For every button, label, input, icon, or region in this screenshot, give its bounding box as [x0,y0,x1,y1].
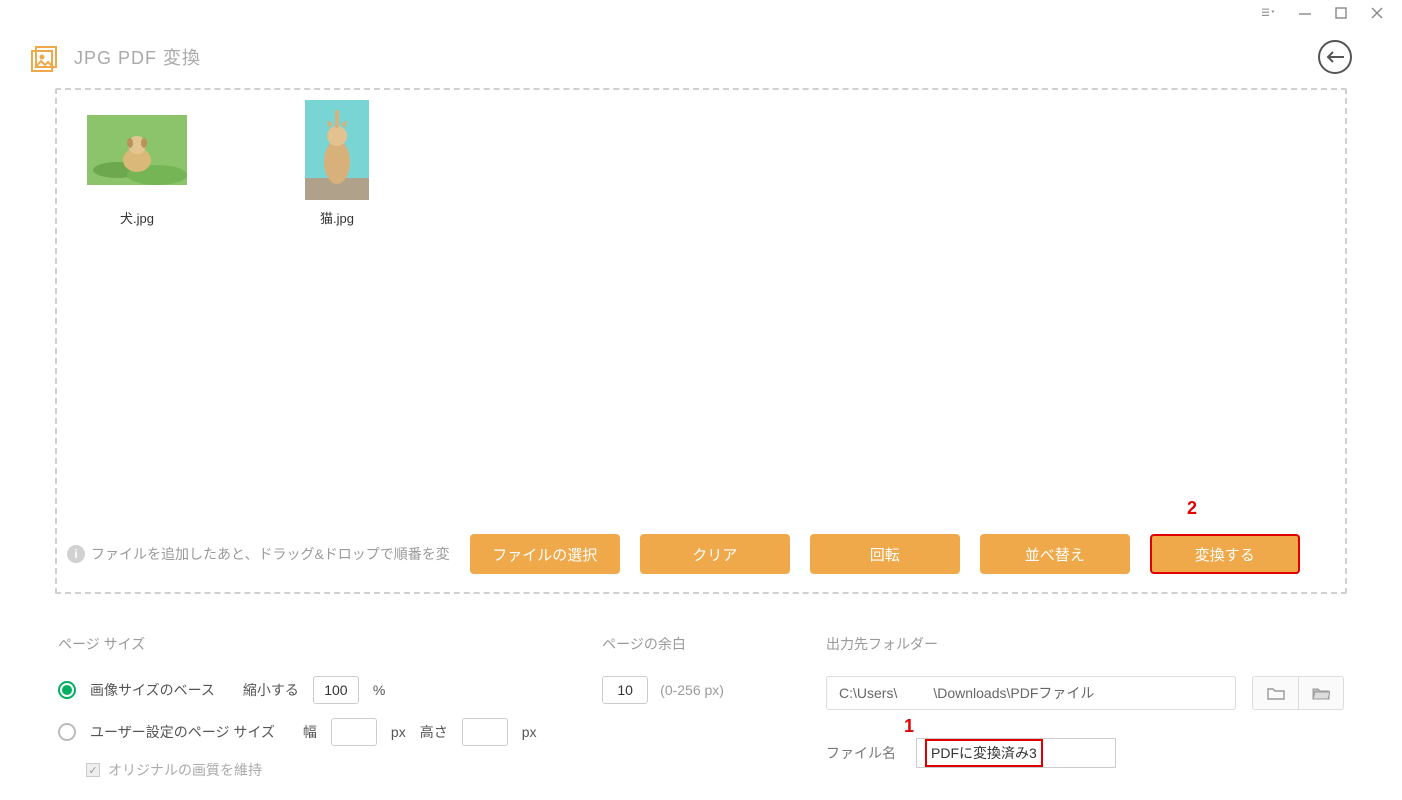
margin-title: ページの余白 [602,634,806,654]
margin-range: (0-256 px) [660,682,724,698]
rotate-button[interactable]: 回転 [810,534,960,574]
thumb-image-cat [287,100,387,200]
maximize-icon[interactable] [1334,6,1348,20]
sort-button[interactable]: 並べ替え [980,534,1130,574]
height-label: 高さ [420,722,448,742]
filename-label: ファイル名 [826,743,896,763]
info-text: ファイルを追加したあと、ドラッグ&ドロップで順番を変 [91,544,450,564]
app-logo-icon [30,41,62,73]
thumb-label: 犬.jpg [120,208,154,227]
height-input[interactable] [462,718,508,746]
back-button[interactable] [1318,40,1352,74]
width-label: 幅 [303,722,317,742]
thumb-item[interactable]: 犬.jpg [77,100,197,227]
list-menu-icon[interactable] [1262,6,1276,20]
output-path-input[interactable]: C:\Users\ \Downloads\PDFファイル [826,676,1236,710]
px-label: px [391,724,406,740]
shrink-input[interactable] [313,676,359,704]
clear-button[interactable]: クリア [640,534,790,574]
width-input[interactable] [331,718,377,746]
radio-user-label: ユーザー設定のページ サイズ [90,722,275,742]
file-dropzone[interactable]: 犬.jpg 猫.jpg i ファイルを追加したあと、ドラッグ&ドロップで順番を変… [55,88,1347,594]
keep-quality-checkbox[interactable]: ✓ [86,763,100,777]
close-icon[interactable] [1370,6,1384,20]
minimize-icon[interactable] [1298,6,1312,20]
browse-folder-button[interactable] [1252,676,1298,710]
shrink-label: 縮小する [243,680,299,700]
path-prefix: C:\Users\ [839,685,897,701]
percent-label: % [373,682,385,698]
annotation-2: 2 [1187,498,1197,519]
convert-button[interactable]: 変換する [1150,534,1300,574]
thumb-label: 猫.jpg [320,208,354,227]
select-files-button[interactable]: ファイルの選択 [470,534,620,574]
radio-user-size[interactable] [58,723,76,741]
margin-input[interactable] [602,676,648,704]
filename-input[interactable]: PDFに変換済み3 [916,738,1116,768]
filename-value: PDFに変換済み3 [925,739,1043,767]
path-redacted [897,686,933,700]
px-label-2: px [522,724,537,740]
radio-image-label: 画像サイズのベース [90,680,215,700]
info-note: i ファイルを追加したあと、ドラッグ&ドロップで順番を変 [67,544,450,564]
keep-quality-label: オリジナルの画質を維持 [108,760,262,780]
thumb-item[interactable]: 猫.jpg [277,100,397,227]
annotation-1: 1 [904,716,914,737]
page-size-title: ページ サイズ [58,634,582,654]
output-folder-title: 出力先フォルダー [826,634,1344,654]
app-title: JPG PDF 変換 [74,44,1318,70]
path-suffix: \Downloads\PDFファイル [933,683,1094,703]
open-folder-button[interactable] [1298,676,1344,710]
radio-image-base[interactable] [58,681,76,699]
info-icon: i [67,545,85,563]
thumb-image-dog [87,100,187,200]
